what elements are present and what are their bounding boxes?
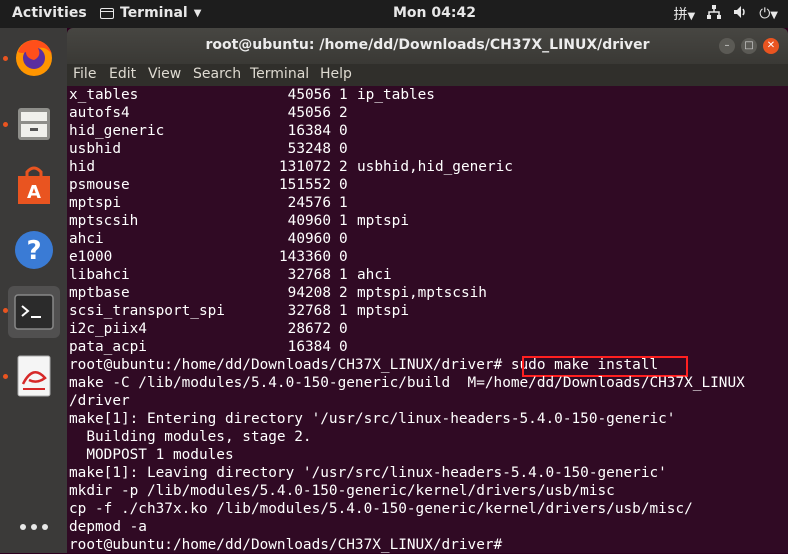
prompt: root@ubuntu:/home/dd/Downloads/CH37X_LIN… (69, 537, 511, 553)
menu-search[interactable]: Search (193, 66, 241, 82)
chevron-down-icon: ▼ (193, 7, 202, 19)
module-used-count: 1 (339, 195, 348, 211)
module-used-by: ahci (357, 267, 392, 283)
module-used-by: mptspi (357, 303, 409, 319)
module-used-by: usbhid,hid_generic (357, 159, 513, 175)
terminal-app-icon (100, 7, 114, 19)
help-icon[interactable]: ? (8, 224, 60, 276)
output-line: make[1]: Entering directory '/usr/src/li… (69, 411, 676, 427)
terminal-output[interactable]: x_tables 45056 1 ip_tables autofs4 45056 2 hid_… (67, 86, 788, 553)
module-used-count: 0 (339, 321, 348, 337)
module-size: 24576 (287, 195, 331, 211)
module-used-count: 0 (339, 141, 348, 157)
module-used-count: 1 (339, 303, 348, 319)
terminal-icon[interactable] (8, 286, 60, 338)
module-used-count: 0 (339, 177, 348, 193)
output-line: make -C /lib/modules/5.4.0-150-generic/b… (69, 375, 745, 391)
clock[interactable]: Mon 04:42 (393, 5, 476, 21)
volume-icon[interactable] (733, 5, 747, 23)
power-icon[interactable]: ⏻▼ (759, 6, 778, 22)
module-size: 151552 (279, 177, 331, 193)
window-title: root@ubuntu: /home/dd/Downloads/CH37X_LI… (205, 37, 650, 53)
module-used-count: 0 (339, 231, 348, 247)
document-viewer-icon[interactable] (8, 350, 60, 402)
module-size: 45056 (287, 105, 331, 121)
minimize-button[interactable]: – (719, 38, 735, 54)
input-method-icon[interactable]: 拼▼ (674, 4, 696, 24)
output-line: cp -f ./ch37x.ko /lib/modules/5.4.0-150-… (69, 501, 693, 517)
module-size: 28672 (287, 321, 331, 337)
module-size: 32768 (287, 267, 331, 283)
menu-edit[interactable]: Edit (109, 66, 136, 82)
module-used-count: 1 (339, 87, 348, 103)
module-used-count: 1 (339, 267, 348, 283)
files-icon[interactable] (8, 98, 60, 150)
top-panel: Activities Terminal ▼ Mon 04:42 拼▼ ⏻▼ (0, 0, 788, 28)
module-used-by: ip_tables (357, 87, 435, 103)
svg-text:?: ? (26, 236, 41, 266)
module-used-count: 2 (339, 159, 348, 175)
title-bar[interactable]: root@ubuntu: /home/dd/Downloads/CH37X_LI… (67, 28, 788, 64)
module-size: 40960 (287, 213, 331, 229)
output-line: make[1]: Leaving directory '/usr/src/lin… (69, 465, 667, 481)
module-size: 94208 (287, 285, 331, 301)
activities-button[interactable]: Activities (12, 5, 87, 21)
module-used-count: 0 (339, 249, 348, 265)
prompt: root@ubuntu:/home/dd/Downloads/CH37X_LIN… (69, 357, 511, 373)
menu-file[interactable]: File (73, 66, 96, 82)
show-apps-icon[interactable] (8, 512, 60, 542)
maximize-button[interactable]: □ (741, 38, 757, 54)
scrollbar[interactable] (782, 86, 788, 553)
terminal-window: root@ubuntu: /home/dd/Downloads/CH37X_LI… (67, 28, 788, 553)
module-used-by: mptspi (357, 213, 409, 229)
menu-view[interactable]: View (148, 66, 181, 82)
module-used-count: 0 (339, 339, 348, 355)
module-size: 45056 (287, 87, 331, 103)
software-store-icon[interactable]: A (8, 160, 60, 212)
final-prompt: root@ubuntu:/home/dd/Downloads/CH37X_LIN… (69, 536, 511, 554)
output-line: mkdir -p /lib/modules/5.4.0-150-generic/… (69, 483, 615, 499)
menu-bar: File Edit View Search Terminal Help (67, 64, 788, 86)
module-size: 53248 (287, 141, 331, 157)
output-line: MODPOST 1 modules (69, 447, 234, 463)
firefox-icon[interactable] (8, 32, 60, 84)
app-menu[interactable]: Terminal ▼ (100, 5, 201, 21)
svg-text:A: A (27, 182, 41, 203)
output-line: Building modules, stage 2. (69, 429, 312, 445)
module-used-count: 0 (339, 123, 348, 139)
output-line: /driver (69, 393, 130, 409)
menu-help[interactable]: Help (320, 66, 352, 82)
system-tray[interactable]: 拼▼ ⏻▼ (674, 4, 778, 24)
output-line: depmod -a (69, 519, 147, 535)
module-used-by: mptspi,mptscsih (357, 285, 487, 301)
module-size: 131072 (279, 159, 331, 175)
dock: A ? (0, 28, 67, 553)
app-menu-label: Terminal (120, 5, 188, 21)
module-used-count: 2 (339, 105, 348, 121)
module-size: 16384 (287, 339, 331, 355)
module-used-count: 2 (339, 285, 348, 301)
module-size: 143360 (279, 249, 331, 265)
module-size: 32768 (287, 303, 331, 319)
network-icon[interactable] (707, 5, 722, 23)
menu-terminal[interactable]: Terminal (250, 66, 309, 82)
module-size: 40960 (287, 231, 331, 247)
close-button[interactable]: ✕ (763, 38, 779, 54)
module-size: 16384 (287, 123, 331, 139)
module-used-count: 1 (339, 213, 348, 229)
